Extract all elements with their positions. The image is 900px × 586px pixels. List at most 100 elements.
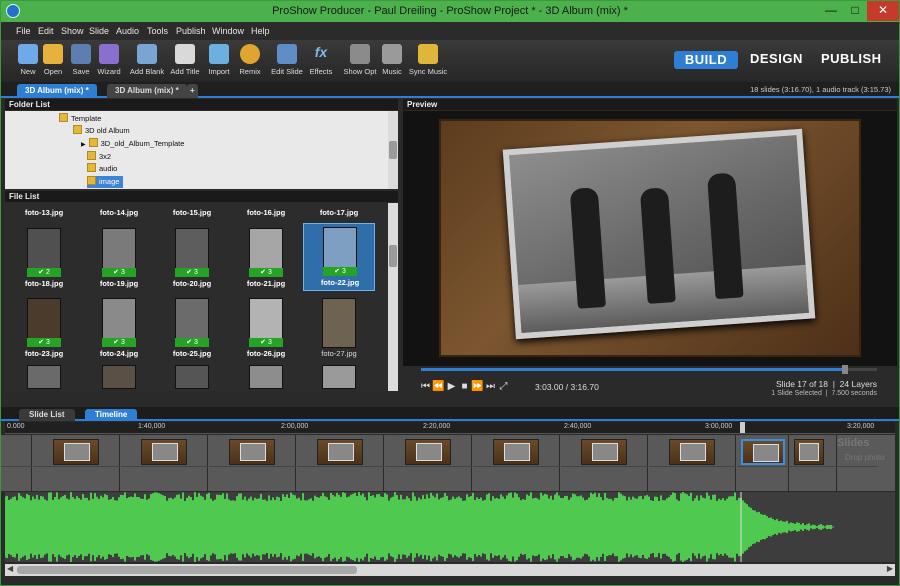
add-blank-button[interactable]: Add Blank: [127, 44, 167, 76]
slide-photo: [799, 443, 819, 461]
scroll-thumb[interactable]: [17, 566, 357, 574]
fast-forward-icon[interactable]: ⏩: [471, 381, 484, 392]
slide-slot[interactable]: [385, 435, 472, 491]
scroll-left-icon[interactable]: ◀: [7, 564, 13, 573]
drop-zone-hint: Drop photo: [845, 453, 885, 462]
menu-show[interactable]: Show: [61, 26, 84, 36]
photo-thumbnail[interactable]: [322, 365, 356, 389]
file-item[interactable]: ✔ 3 foto-20.jpg: [161, 225, 223, 293]
menu-audio[interactable]: Audio: [116, 26, 139, 36]
photo-thumbnail[interactable]: [249, 365, 283, 389]
file-grid[interactable]: foto-13.jpg foto-14.jpg foto-15.jpg foto…: [5, 203, 398, 391]
slide-slot[interactable]: [209, 435, 296, 491]
photo-thumbnail[interactable]: [102, 365, 136, 389]
ruler-label: 0.000: [7, 423, 25, 430]
add-tab-button[interactable]: +: [187, 84, 198, 98]
playhead-marker[interactable]: [740, 422, 745, 433]
file-item[interactable]: ✔ 3 foto-24.jpg: [88, 295, 150, 363]
file-item-selected[interactable]: ✔ 3 foto-22.jpg: [303, 223, 375, 291]
slide-photo: [152, 443, 178, 461]
folder-tree[interactable]: Template 3D old Album ▶ 3D_old_Album_Temp…: [5, 111, 398, 189]
publish-mode-button[interactable]: PUBLISH: [821, 51, 882, 66]
slide-strip[interactable]: [1, 435, 895, 491]
file-list-scrollbar[interactable]: [388, 203, 398, 391]
scroll-right-icon[interactable]: ▶: [887, 564, 893, 573]
file-item[interactable]: ✔ 2 foto-18.jpg: [13, 225, 75, 293]
audio-track[interactable]: [5, 492, 895, 562]
slide-slot-selected[interactable]: [737, 435, 824, 491]
menu-publish[interactable]: Publish: [176, 26, 206, 36]
timeline-scrollbar[interactable]: ◀ ▶: [5, 564, 895, 576]
playback-position-slider[interactable]: [421, 365, 877, 374]
fullscreen-icon[interactable]: ⤢: [497, 381, 510, 392]
title-bar: ProShow Producer - Paul Dreiling - ProSh…: [1, 1, 899, 22]
project-tab[interactable]: 3D Album (mix) *: [107, 84, 187, 98]
wizard-button[interactable]: Wizard: [89, 44, 129, 76]
folder-scrollbar[interactable]: [388, 111, 398, 189]
design-mode-button[interactable]: DESIGN: [750, 51, 803, 66]
preview-canvas[interactable]: [403, 111, 897, 366]
used-count-badge: ✔ 2: [27, 268, 61, 277]
remix-icon: [240, 44, 260, 64]
file-item[interactable]: ✔ 3 foto-26.jpg: [235, 295, 297, 363]
file-item[interactable]: ✔ 3 foto-23.jpg: [13, 295, 75, 363]
used-count-badge: ✔ 3: [249, 338, 283, 347]
folder-item[interactable]: Template: [59, 113, 101, 125]
maximize-button[interactable]: □: [843, 1, 867, 21]
file-item[interactable]: ✔ 3 foto-25.jpg: [161, 295, 223, 363]
slide-photo: [592, 443, 618, 461]
tab-slide-list[interactable]: Slide List: [19, 409, 75, 421]
project-info: 18 slides (3:16.70), 1 audio track (3:15…: [750, 85, 891, 94]
folder-item[interactable]: 3x2: [87, 151, 111, 163]
close-button[interactable]: ✕: [867, 1, 899, 21]
expand-arrow-icon[interactable]: ▶: [81, 142, 86, 148]
stop-icon[interactable]: ■: [458, 381, 471, 392]
slide-photo: [64, 443, 90, 461]
rewind-icon[interactable]: ⏪: [432, 381, 445, 392]
menu-tools[interactable]: Tools: [147, 26, 168, 36]
photo-thumbnail[interactable]: [175, 365, 209, 389]
slide-slot[interactable]: [297, 435, 384, 491]
folder-item[interactable]: ▶ 3D_old_Album_Template: [81, 138, 184, 150]
tab-timeline[interactable]: Timeline: [85, 409, 138, 421]
file-item[interactable]: foto-27.jpg: [308, 295, 370, 363]
folder-item[interactable]: 3D old Album: [73, 125, 130, 137]
menu-help[interactable]: Help: [251, 26, 270, 36]
menu-window[interactable]: Window: [212, 26, 244, 36]
build-mode-button[interactable]: BUILD: [674, 51, 738, 69]
folder-item-selected[interactable]: image: [87, 176, 124, 188]
playback-progress: [421, 368, 846, 371]
menu-file[interactable]: File: [16, 26, 31, 36]
slide-slot[interactable]: [1, 435, 32, 491]
project-tab-active[interactable]: 3D Album (mix) *: [17, 84, 97, 98]
sync-music-button[interactable]: Sync Music: [408, 44, 448, 76]
file-caption: foto-21.jpg: [246, 279, 286, 288]
slide-slot[interactable]: [649, 435, 736, 491]
minimize-button[interactable]: —: [819, 1, 843, 21]
show-options-icon: [350, 44, 370, 64]
skip-start-icon[interactable]: ⏮: [419, 381, 432, 392]
remix-button[interactable]: Remix: [230, 44, 270, 76]
used-count-badge: ✔ 3: [102, 338, 136, 347]
timeline-ruler[interactable]: 0.000 1:40,000 2:00,000 2:20,000 2:40,00…: [5, 422, 895, 434]
menu-edit[interactable]: Edit: [38, 26, 54, 36]
ruler-label: 3:20,000: [847, 423, 875, 430]
folder-item[interactable]: audio: [87, 163, 117, 175]
slide-slot[interactable]: [790, 435, 877, 491]
photo-thumbnail[interactable]: [27, 365, 61, 389]
slide-slot[interactable]: [121, 435, 208, 491]
scroll-thumb[interactable]: [389, 245, 397, 267]
file-item[interactable]: ✔ 3 foto-21.jpg: [235, 225, 297, 293]
slide-slot[interactable]: [561, 435, 648, 491]
music-button[interactable]: Music: [372, 44, 412, 76]
file-caption: foto-13.jpg: [24, 208, 64, 217]
slide-slot[interactable]: [473, 435, 560, 491]
scroll-thumb[interactable]: [389, 141, 397, 159]
effects-button[interactable]: fx Effects: [301, 44, 341, 76]
slide-slot[interactable]: [33, 435, 120, 491]
skip-end-icon[interactable]: ⏭: [484, 381, 497, 392]
file-item[interactable]: ✔ 3 foto-19.jpg: [88, 225, 150, 293]
playback-knob[interactable]: [842, 365, 849, 374]
menu-slide[interactable]: Slide: [89, 26, 109, 36]
play-icon[interactable]: ▶: [445, 381, 458, 392]
